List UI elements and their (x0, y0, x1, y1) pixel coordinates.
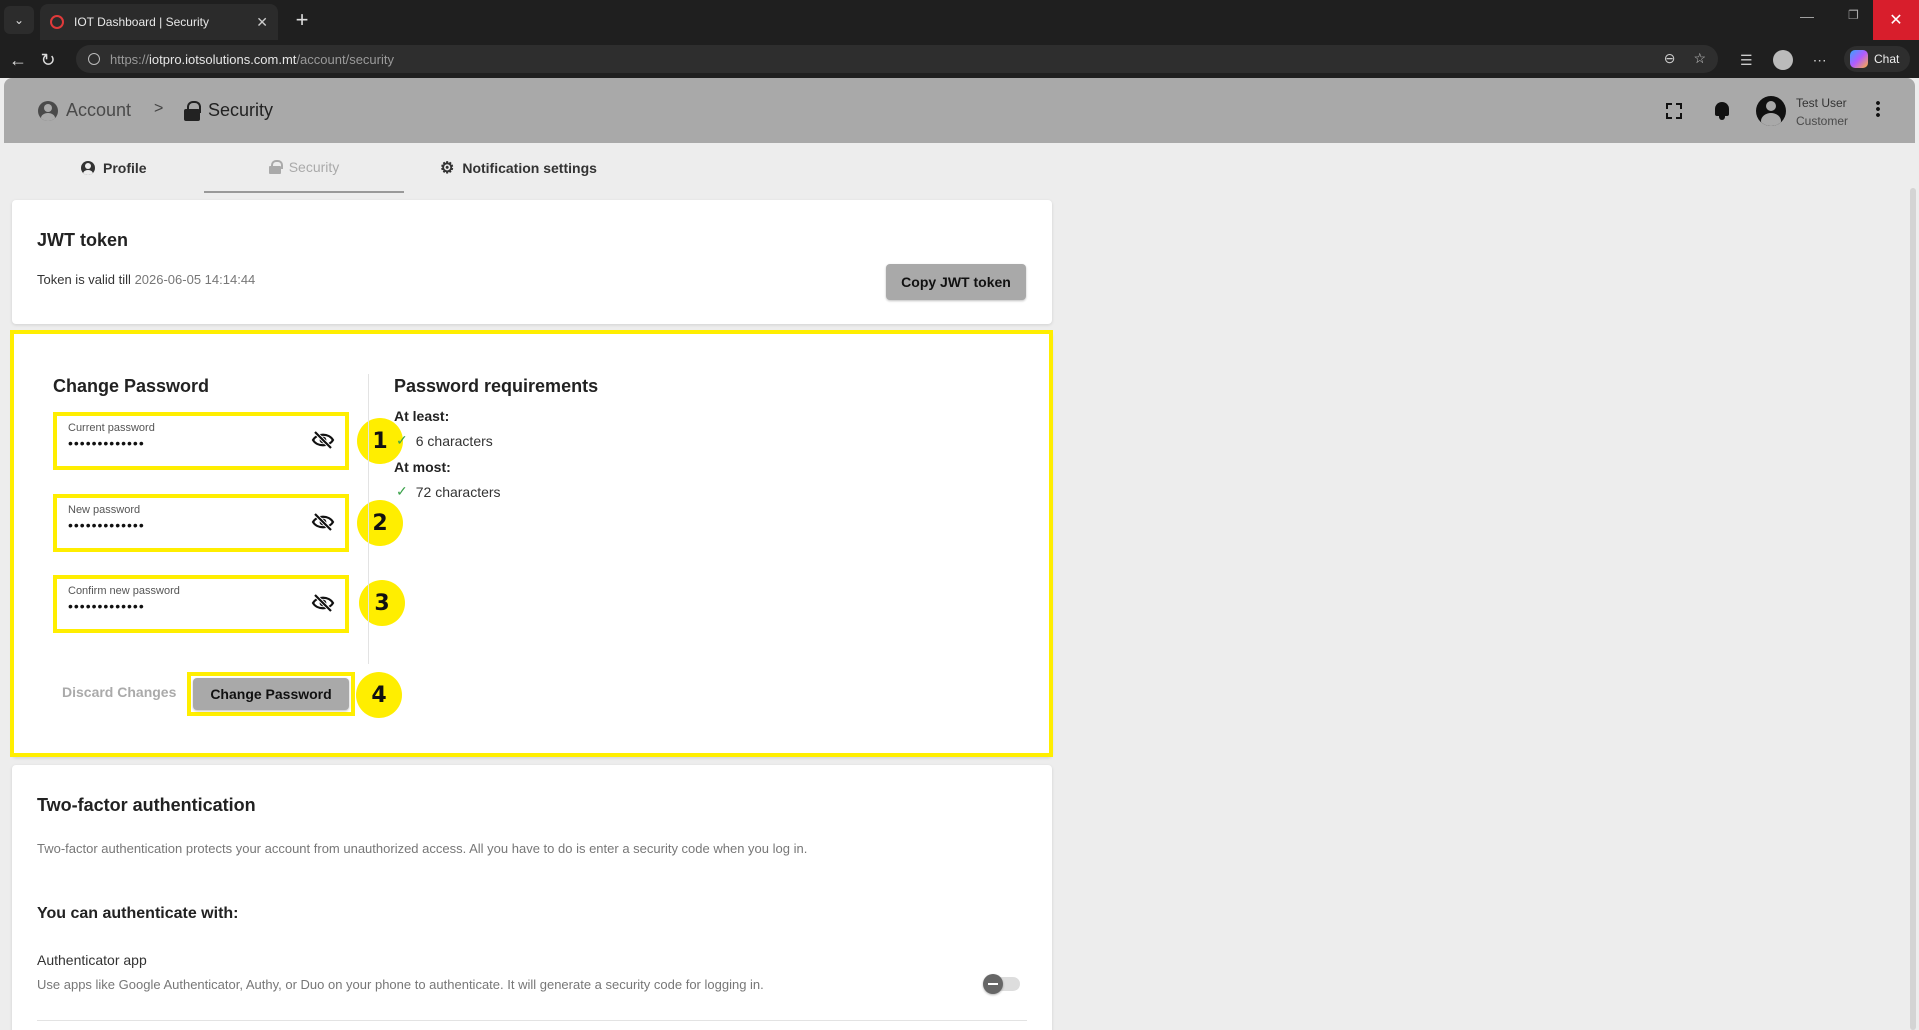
lock-icon (268, 160, 283, 174)
tab-close-icon[interactable]: ✕ (256, 14, 268, 31)
current-password-value[interactable]: ••••••••••••• (68, 434, 328, 452)
window-close-icon[interactable]: ✕ (1873, 0, 1919, 40)
copilot-chat-button[interactable]: Chat (1844, 46, 1910, 72)
account-tabs: Profile Security ⚙ Notification settings (12, 143, 1052, 193)
vertical-divider (368, 374, 369, 664)
two-factor-description: Two-factor authentication protects your … (37, 841, 808, 856)
two-factor-card: Two-factor authentication Two-factor aut… (12, 765, 1052, 1030)
new-password-value[interactable]: ••••••••••••• (68, 516, 328, 534)
account-circle-icon (38, 100, 58, 121)
current-password-field[interactable]: Current password ••••••••••••• (53, 412, 349, 470)
breadcrumb-account-label: Account (66, 100, 132, 120)
user-avatar-icon[interactable] (1756, 96, 1786, 126)
jwt-valid-prefix: Token is valid till (37, 272, 131, 287)
copilot-icon (1850, 50, 1868, 68)
discard-changes-button[interactable]: Discard Changes (62, 684, 176, 700)
back-arrow-icon[interactable]: ← (6, 48, 30, 72)
new-password-label: New password (68, 504, 141, 516)
window-restore-icon[interactable]: ❐ (1848, 8, 1859, 22)
favicon-icon (50, 15, 64, 29)
tab-security-label: Security (288, 159, 340, 175)
tab-actions-chevron-icon[interactable]: ⌄ (4, 6, 34, 34)
at-most-label: At most: (394, 459, 451, 475)
copy-jwt-button[interactable]: Copy JWT token (886, 264, 1026, 300)
requirement-min-length: ✓ 6 characters (396, 432, 493, 449)
jwt-title: JWT token (37, 230, 129, 250)
callout-badge-4: 4 (356, 672, 402, 718)
eye-off-icon[interactable] (311, 512, 335, 532)
url-actions: ⊖ ☆ (1664, 50, 1706, 67)
requirement-min-text: 6 characters (415, 432, 493, 449)
page-scrollbar[interactable] (1910, 188, 1916, 1030)
breadcrumb-security-label: Security (208, 100, 274, 120)
breadcrumb-separator: > (154, 100, 164, 117)
breadcrumb-account[interactable]: Account (38, 100, 131, 121)
gear-icon: ⚙ (440, 160, 455, 177)
site-info-icon[interactable] (88, 53, 100, 65)
url-input[interactable]: https://iotpro.iotsolutions.com.mt/accou… (76, 45, 1718, 73)
callout-badge-2: 2 (357, 500, 403, 546)
window-minimize-icon[interactable]: — (1800, 8, 1814, 24)
eye-off-icon[interactable] (311, 430, 335, 450)
favorites-list-icon[interactable]: ☰ (1740, 52, 1753, 69)
eye-off-icon[interactable] (311, 593, 335, 613)
callout-badge-3: 3 (359, 580, 405, 626)
more-dots-icon[interactable]: ⋯ (1813, 52, 1827, 69)
breadcrumb-security: Security (184, 100, 273, 121)
two-factor-subtitle: You can authenticate with: (37, 905, 239, 922)
check-icon: ✓ (396, 483, 408, 499)
change-password-title: Change Password (53, 376, 210, 396)
tab-title: IOT Dashboard | Security (74, 15, 209, 29)
chat-label: Chat (1874, 52, 1900, 66)
confirm-password-value[interactable]: ••••••••••••• (68, 597, 328, 615)
change-password-card: Change Password Current password •••••••… (12, 332, 1052, 757)
check-icon: ✓ (396, 432, 408, 448)
browser-tab-bar: ⌄ IOT Dashboard | Security ✕ + — ❐ ✕ (0, 0, 1919, 40)
toggle-knob (983, 974, 1003, 994)
requirements-title: Password requirements (394, 376, 599, 396)
reload-icon[interactable]: ↻ (36, 48, 60, 72)
requirement-max-text: 72 characters (415, 483, 501, 500)
favorite-star-icon[interactable]: ☆ (1693, 50, 1706, 67)
authenticator-app-toggle[interactable] (983, 974, 1020, 994)
profile-icon (81, 161, 95, 175)
requirement-max-length: ✓ 72 characters (396, 483, 501, 500)
confirm-password-field[interactable]: Confirm new password ••••••••••••• (53, 575, 349, 633)
tab-notification-label: Notification settings (462, 160, 597, 176)
tab-security[interactable]: Security (204, 143, 404, 193)
app-header: Account > Security Test User Customer (4, 78, 1915, 143)
notifications-bell-icon[interactable] (1714, 102, 1730, 120)
user-role: Customer (1796, 114, 1849, 128)
authenticator-app-description: Use apps like Google Authenticator, Auth… (37, 977, 764, 992)
change-password-highlight: Change Password (187, 672, 355, 716)
new-password-field[interactable]: New password ••••••••••••• (53, 494, 349, 552)
divider (37, 1020, 1027, 1021)
jwt-valid-date: 2026-06-05 14:14:44 (134, 272, 256, 287)
tab-profile-label: Profile (103, 160, 147, 176)
change-password-button[interactable]: Change Password (193, 678, 349, 710)
jwt-token-card: JWT token Token is valid till 2026-06-05… (12, 200, 1052, 324)
authenticator-app-title: Authenticator app (37, 952, 147, 968)
new-tab-plus-icon[interactable]: + (288, 6, 316, 34)
fullscreen-icon[interactable] (1666, 103, 1682, 119)
jwt-validity: Token is valid till 2026-06-05 14:14:44 (37, 272, 255, 287)
current-password-label: Current password (68, 422, 155, 434)
more-vert-icon[interactable] (1876, 100, 1880, 118)
tab-profile[interactable]: Profile (57, 143, 171, 193)
browser-address-bar: ← ↻ https://iotpro.iotsolutions.com.mt/a… (0, 40, 1919, 78)
profile-avatar-icon[interactable] (1772, 50, 1793, 70)
url-text: https://iotpro.iotsolutions.com.mt/accou… (110, 51, 394, 67)
tab-notification-settings[interactable]: ⚙ Notification settings (416, 143, 621, 193)
confirm-password-label: Confirm new password (68, 585, 180, 597)
user-name: Test User (1796, 96, 1847, 110)
browser-tab[interactable]: IOT Dashboard | Security ✕ (40, 4, 278, 40)
browser-toolbar: ☰ ⋯ (1740, 50, 1827, 70)
lock-icon (184, 100, 201, 121)
two-factor-title: Two-factor authentication (37, 795, 256, 815)
at-least-label: At least: (394, 408, 450, 424)
user-info[interactable]: Test User Customer (1796, 94, 1848, 130)
reader-mode-icon[interactable]: ⊖ (1664, 50, 1676, 67)
